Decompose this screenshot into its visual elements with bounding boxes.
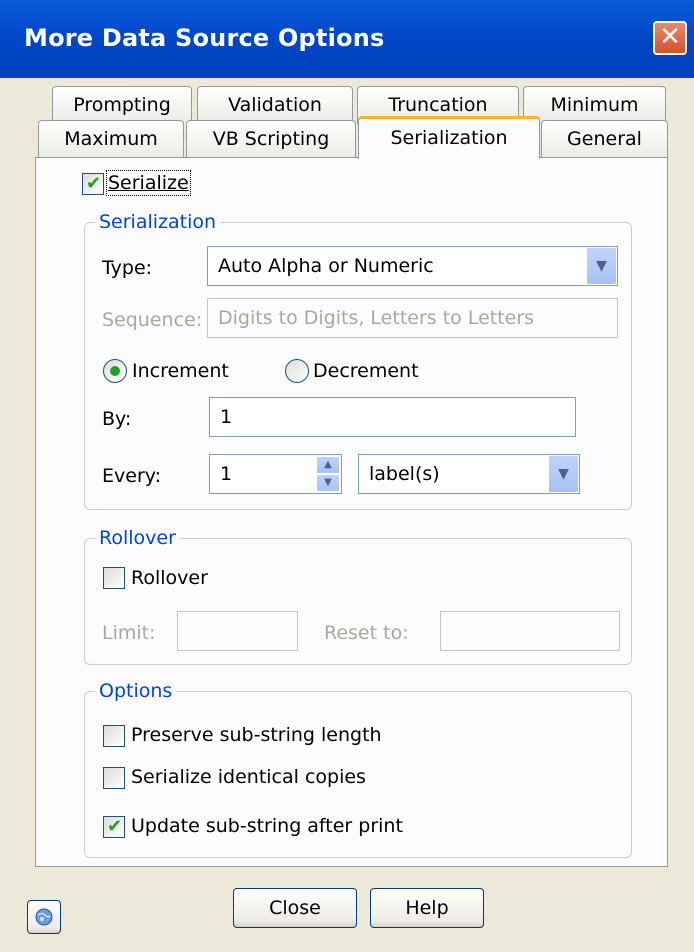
update-substring-label: Update sub-string after print (131, 815, 403, 837)
check-icon: ✔ (107, 816, 123, 837)
sequence-field: Digits to Digits, Letters to Letters (207, 298, 618, 338)
serialize-identical-checkbox[interactable] (103, 767, 125, 789)
tab-general[interactable]: General (541, 120, 668, 158)
serialization-legend: Serialization (99, 211, 217, 233)
tab-minimum[interactable]: Minimum (523, 86, 666, 124)
decrement-label: Decrement (313, 360, 419, 382)
type-dropdown[interactable]: Auto Alpha or Numeric ▼ (207, 246, 618, 286)
options-legend: Options (99, 680, 173, 702)
sequence-label: Sequence: (102, 309, 203, 331)
increment-radio[interactable] (103, 359, 127, 383)
increment-label: Increment (132, 360, 229, 382)
every-value: 1 (220, 463, 233, 485)
chevron-down-icon[interactable]: ▼ (586, 248, 616, 284)
window-title: More Data Source Options (24, 24, 385, 52)
every-unit-dropdown[interactable]: label(s) ▼ (358, 454, 580, 494)
reset-to-input (440, 611, 620, 651)
radio-dot-icon (110, 366, 120, 376)
preserve-substring-label: Preserve sub-string length (131, 724, 382, 746)
serialize-label: Serialize (106, 170, 191, 196)
preserve-substring-checkbox[interactable] (103, 725, 125, 747)
tab-prompting[interactable]: Prompting (52, 86, 192, 124)
decrement-radio[interactable] (285, 359, 309, 383)
spin-down-icon[interactable]: ▼ (316, 474, 340, 492)
tab-serialization[interactable]: Serialization (358, 116, 540, 159)
tab-validation[interactable]: Validation (197, 86, 353, 124)
rollover-label: Rollover (131, 567, 208, 589)
update-substring-checkbox[interactable]: ✔ (103, 816, 125, 838)
rollover-checkbox[interactable] (103, 567, 125, 589)
sequence-value: Digits to Digits, Letters to Letters (218, 307, 535, 329)
tab-maximum[interactable]: Maximum (38, 120, 184, 158)
limit-label: Limit: (102, 622, 156, 644)
close-button[interactable]: Close (233, 888, 357, 928)
every-label: Every: (102, 465, 162, 487)
close-window-button[interactable]: ✕ (653, 21, 687, 55)
help-button[interactable]: Help (370, 888, 484, 928)
type-label: Type: (102, 257, 153, 279)
title-bar: More Data Source Options ✕ (0, 0, 694, 78)
every-unit-value: label(s) (369, 463, 440, 485)
tab-vb-scripting[interactable]: VB Scripting (186, 120, 356, 158)
chevron-down-icon[interactable]: ▼ (548, 456, 578, 492)
serialize-label-text: Serialize (108, 172, 189, 194)
by-input[interactable]: 1 (209, 397, 576, 437)
by-label: By: (102, 408, 132, 430)
limit-input (177, 611, 298, 651)
spinner-buttons[interactable]: ▲ ▼ (316, 456, 340, 492)
every-spinner[interactable]: 1 ▲ ▼ (209, 454, 342, 494)
globe-icon (35, 908, 53, 926)
serialize-checkbox[interactable]: ✔ (82, 173, 104, 195)
serialize-identical-label: Serialize identical copies (131, 766, 366, 788)
reset-to-label: Reset to: (324, 622, 409, 644)
rollover-legend: Rollover (99, 527, 176, 549)
spin-up-icon[interactable]: ▲ (316, 456, 340, 474)
check-icon: ✔ (86, 173, 102, 194)
type-dropdown-value: Auto Alpha or Numeric (218, 255, 434, 277)
help-globe-button[interactable] (27, 900, 61, 934)
